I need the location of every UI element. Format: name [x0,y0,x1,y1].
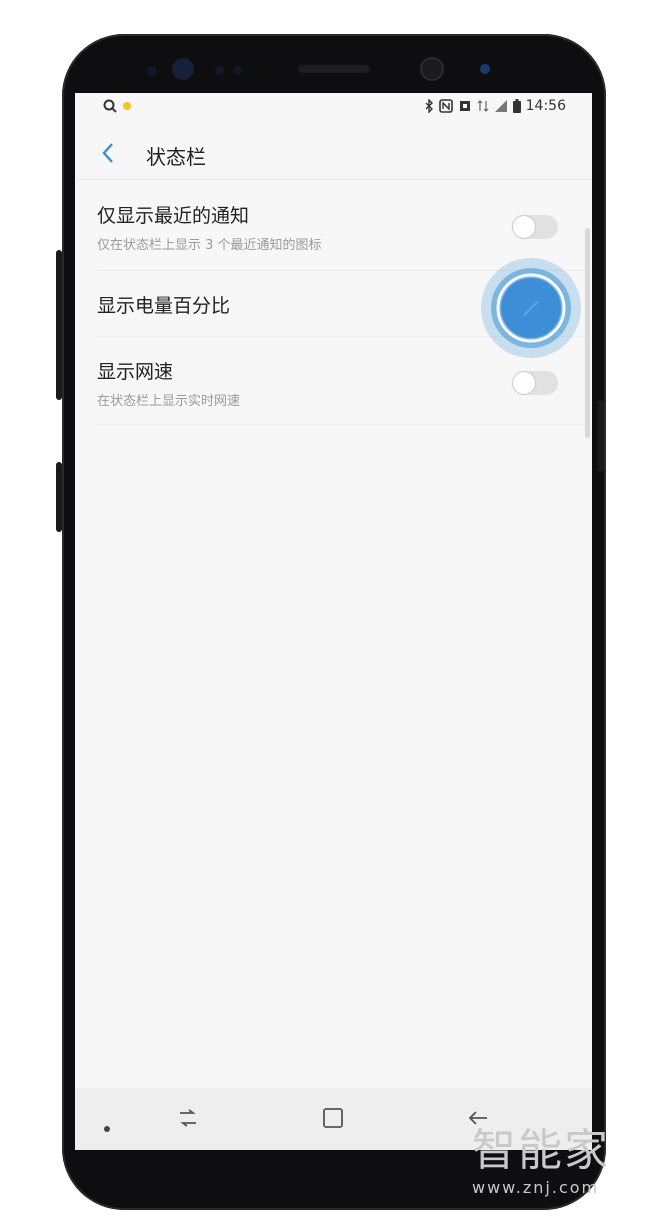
recents-icon[interactable] [177,1107,199,1135]
vibrate-icon [459,101,470,111]
watermark: 智能家 www.znj.com [472,1125,610,1198]
light-sensor-icon [233,66,242,75]
front-sensor-icon [147,66,157,76]
power-button [598,400,604,472]
battery-icon [512,99,521,113]
status-bar: 14:56 [75,93,592,121]
volume-button [56,250,62,400]
notification-dot-icon [123,102,131,110]
bixby-button [56,462,62,532]
proximity-sensor-icon [215,66,224,75]
watermark-url: www.znj.com [472,1178,600,1197]
toggle-switch[interactable] [512,215,558,239]
page-title: 状态栏 [146,145,206,169]
home-icon[interactable] [322,1107,344,1135]
front-camera-icon [422,59,442,79]
iris-sensor-icon [172,58,194,80]
app-bar: 状态栏 [75,129,592,180]
dot-icon[interactable] [103,1114,111,1139]
signal-icon [494,100,507,112]
chevron-left-icon[interactable] [101,141,115,169]
touch-indicator [481,258,581,358]
bluetooth-icon [425,99,433,113]
iris-camera-icon [480,64,490,74]
earpiece-speaker [298,65,370,73]
status-time: 14:56 [525,98,566,114]
nfc-icon [438,99,453,113]
watermark-text: 智能家 [472,1125,610,1176]
toggle-knob [513,372,535,394]
screen: 14:56 状态栏 仅显示最近的通知 仅在状态栏上显示 3 个最近通知的图标 显… [75,93,592,1150]
toggle-knob [513,216,535,238]
toggle-switch[interactable] [512,371,558,395]
search-icon [103,99,117,113]
data-icon [477,100,489,112]
